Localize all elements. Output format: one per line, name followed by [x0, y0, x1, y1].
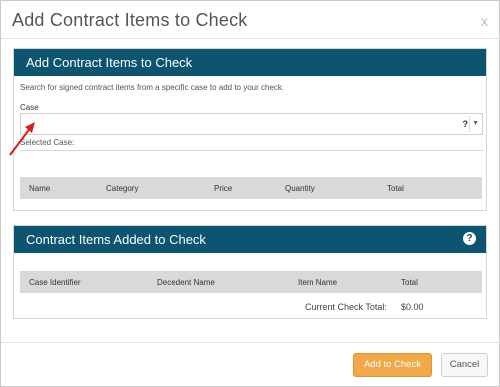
- annotation-arrow-icon: [9, 122, 35, 156]
- current-check-total-label: Current Check Total:: [305, 302, 387, 312]
- column-header-total[interactable]: Total: [401, 278, 418, 287]
- case-search-select[interactable]: ? ▼: [20, 113, 483, 135]
- add-contract-items-modal: Add Contract Items to Check x Add Contra…: [0, 0, 500, 387]
- column-header-name[interactable]: Name: [29, 184, 50, 193]
- column-header-price[interactable]: Price: [214, 184, 232, 193]
- column-header-item-name[interactable]: Item Name: [298, 278, 337, 287]
- add-items-panel-title: Add Contract Items to Check: [26, 55, 193, 70]
- column-header-category[interactable]: Category: [106, 184, 138, 193]
- added-items-panel: Contract Items Added to Check ? Case Ide…: [13, 225, 487, 319]
- column-header-case-identifier[interactable]: Case Identifier: [29, 278, 81, 287]
- added-items-table-header: Case Identifier Decedent Name Item Name …: [20, 271, 482, 293]
- modal-header: Add Contract Items to Check x: [1, 1, 500, 39]
- case-help-icon[interactable]: ?: [463, 119, 469, 129]
- add-items-description: Search for signed contract items from a …: [20, 83, 285, 92]
- column-header-decedent-name[interactable]: Decedent Name: [157, 278, 215, 287]
- selected-case-divider: [20, 150, 483, 151]
- column-header-quantity[interactable]: Quantity: [285, 184, 315, 193]
- help-icon[interactable]: ?: [463, 232, 476, 245]
- chevron-down-icon[interactable]: ▼: [472, 120, 479, 127]
- case-select-divider: [469, 116, 470, 132]
- add-items-panel: Add Contract Items to Check Search for s…: [13, 48, 487, 211]
- current-check-total-value: $0.00: [401, 302, 424, 312]
- column-header-total[interactable]: Total: [387, 184, 404, 193]
- add-to-check-button[interactable]: Add to Check: [353, 353, 432, 377]
- cancel-button[interactable]: Cancel: [441, 353, 488, 377]
- case-label: Case: [20, 103, 39, 112]
- close-icon[interactable]: x: [481, 13, 488, 29]
- contract-items-table-header: Name Category Price Quantity Total: [20, 177, 482, 199]
- added-items-panel-title: Contract Items Added to Check: [26, 232, 206, 247]
- add-items-panel-header: Add Contract Items to Check: [14, 49, 486, 76]
- added-items-panel-header: Contract Items Added to Check ?: [14, 226, 486, 253]
- modal-title: Add Contract Items to Check: [12, 10, 248, 30]
- modal-footer: Add to Check Cancel: [1, 342, 500, 387]
